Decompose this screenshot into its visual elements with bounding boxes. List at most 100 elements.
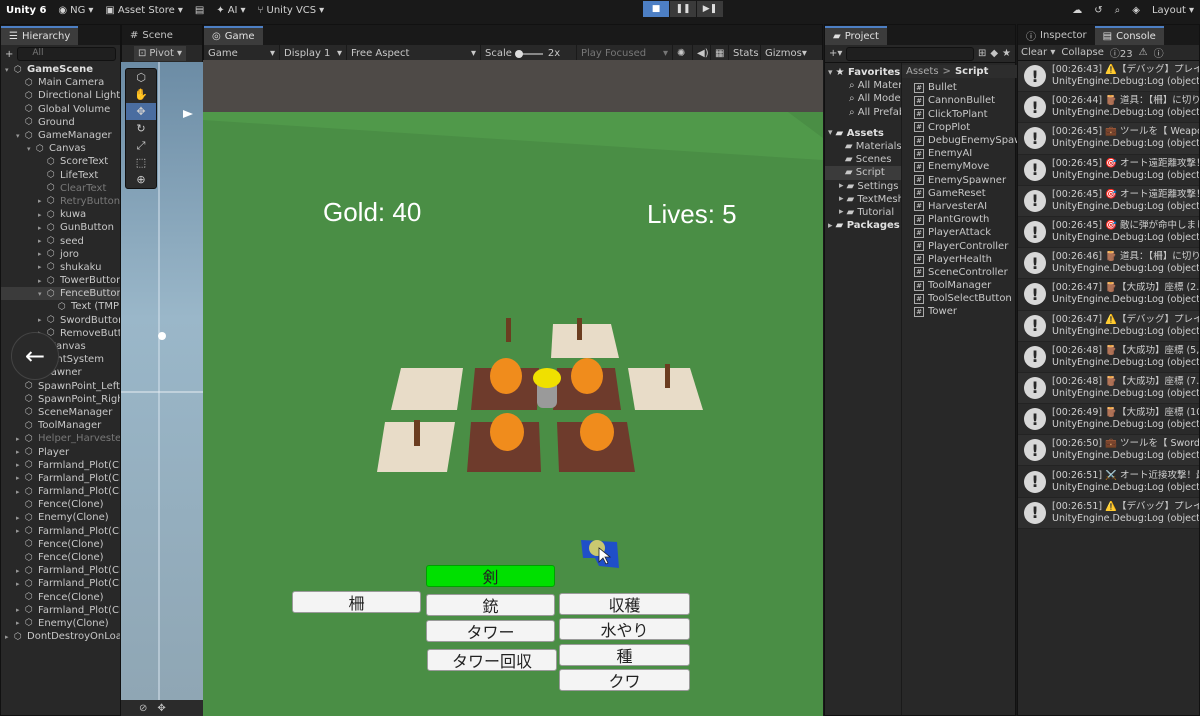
expand-arrow-icon[interactable]: ▸: [16, 488, 25, 496]
layout-dropdown[interactable]: Layout ▾: [1146, 0, 1200, 20]
hierarchy-item[interactable]: ⬡ Main Camera: [1, 76, 120, 89]
pause-button[interactable]: ❚❚: [670, 1, 696, 17]
hierarchy-item[interactable]: ⬡ Fence(Clone): [1, 498, 120, 511]
expand-arrow-icon[interactable]: ▸: [16, 474, 25, 482]
console-log-entry[interactable]: ! [00:26:43] ⚠️【デバッグ】プレイヤーをUnityEngine.De…: [1018, 61, 1199, 93]
hierarchy-item[interactable]: ⬡ Fence(Clone): [1, 591, 120, 604]
tab-scene[interactable]: # Scene: [122, 26, 181, 45]
hierarchy-item[interactable]: ▸ ⬡ Enemy(Clone): [1, 617, 120, 630]
gun-button[interactable]: 銃: [426, 594, 555, 616]
expand-arrow-icon[interactable]: ▸: [16, 580, 25, 588]
hierarchy-item[interactable]: ▸⬡ Farmland_Plot(Clone): [1, 485, 120, 498]
hierarchy-item[interactable]: ▸ ⬡ shukaku: [1, 261, 120, 274]
expand-arrow-icon[interactable]: ▸: [16, 435, 25, 443]
sword-button[interactable]: 剣: [426, 565, 555, 587]
expand-arrow-icon[interactable]: [839, 155, 842, 165]
layers-button[interactable]: ◈: [1126, 0, 1146, 20]
hierarchy-item[interactable]: ▸ ⬡ RetryButton: [1, 195, 120, 208]
hierarchy-item[interactable]: ⬡ LifeText: [1, 169, 120, 182]
hierarchy-search-input[interactable]: All: [17, 47, 116, 61]
console-log-entry[interactable]: ! [00:26:45] 🎯 オート遠距離攻撃！ UnityEngine.Debug…: [1018, 185, 1199, 217]
expand-arrow-icon[interactable]: ▸: [38, 237, 47, 245]
expand-arrow-icon[interactable]: ▸: [38, 316, 47, 324]
expand-arrow-icon[interactable]: ▸: [16, 606, 25, 614]
console-log-entry[interactable]: ! [00:26:48] 🪵【大成功】座標 (7.5 UnityEngine.Deb…: [1018, 372, 1199, 405]
hierarchy-item[interactable]: ▸ ⬡ GunButton: [1, 221, 120, 234]
hierarchy-item[interactable]: ▸ ⬡ Helper_Harvester: [1, 432, 120, 445]
expand-arrow-icon[interactable]: ▸: [16, 527, 25, 535]
console-log-entry[interactable]: ! [00:26:49] 🪵【大成功】座標 (10 UnityEngine.Debu…: [1018, 404, 1199, 436]
add-icon[interactable]: +▾: [829, 48, 842, 59]
tower-remove-button[interactable]: タワー回収: [427, 649, 557, 671]
hierarchy-item[interactable]: ⬡ SceneManager: [1, 406, 120, 419]
step-button[interactable]: ▶❚: [697, 1, 723, 17]
console-log-entry[interactable]: ! [00:26:46] 🪵 道具：【柵】に切り替UnityEngine.Debu…: [1018, 248, 1199, 280]
expand-arrow-icon[interactable]: ▸: [839, 207, 844, 217]
hierarchy-item[interactable]: ⬡ SpawnPoint_Right: [1, 393, 120, 406]
hierarchy-item[interactable]: ⬡ ToolManager: [1, 419, 120, 432]
hierarchy-item[interactable]: ▸⬡ Farmland_Plot(Clone): [1, 577, 120, 590]
hierarchy-item[interactable]: ▸ ⬡ Player: [1, 445, 120, 458]
expand-arrow-icon[interactable]: ▾: [828, 128, 833, 138]
hierarchy-item[interactable]: ▸ ⬡ SwordButton: [1, 314, 120, 327]
star-icon[interactable]: ★: [1002, 48, 1011, 59]
breadcrumb-root[interactable]: Assets: [906, 66, 939, 77]
hierarchy-item[interactable]: ⬡ Text (TMP): [1, 300, 120, 313]
expand-arrow-icon[interactable]: [839, 168, 842, 178]
tab-console[interactable]: ▤ Console: [1094, 26, 1164, 45]
expand-arrow-icon[interactable]: ▸: [38, 263, 47, 271]
fence-button[interactable]: 柵: [292, 591, 421, 613]
play-button[interactable]: ■: [643, 1, 669, 17]
console-log-entry[interactable]: ! [00:26:50] 💼 ツールを【 Sword 】にUnityEngine.…: [1018, 435, 1199, 467]
view-tool[interactable]: ⬡: [126, 69, 156, 86]
hierarchy-item[interactable]: ▸⬡ Farmland_Plot(Clone): [1, 604, 120, 617]
console-log-entry[interactable]: ! [00:26:45] 🎯 敵に弾が命中しましたUnityEngine.Debu…: [1018, 216, 1199, 249]
favorite-item[interactable]: ⌕ All Materials: [825, 79, 901, 92]
back-button[interactable]: ←: [11, 332, 59, 380]
seed-button[interactable]: 種: [559, 644, 690, 666]
expand-arrow-icon[interactable]: ▸: [38, 224, 47, 232]
cloud-button[interactable]: ☁: [1066, 0, 1088, 20]
favorites-header[interactable]: ▾ ★ Favorites: [825, 66, 901, 79]
console-log-entry[interactable]: ! [00:26:47] ⚠️【デバッグ】プレイヤーをUnityEngine.De…: [1018, 310, 1199, 342]
expand-arrow-icon[interactable]: ▾: [16, 132, 25, 140]
hierarchy-item[interactable]: ▾ ⬡ Canvas: [1, 142, 120, 155]
error-icon[interactable]: ⓘ: [1154, 45, 1164, 60]
console-log-entry[interactable]: ! [00:26:51] ⚔️ オート近接攻撃！最 UnityEngine.Debu…: [1018, 466, 1199, 498]
hierarchy-item[interactable]: ▸ ⬡ TowerButton: [1, 274, 120, 287]
hierarchy-item[interactable]: ▸ ⬡ seed: [1, 234, 120, 247]
asset-folder[interactable]: ▰ Script: [825, 166, 901, 180]
warning-icon[interactable]: ⚠: [1139, 47, 1148, 58]
water-button[interactable]: 水やり: [559, 618, 690, 640]
expand-arrow-icon[interactable]: ▸: [5, 633, 14, 641]
expand-arrow-icon[interactable]: ▸: [839, 181, 844, 191]
hierarchy-item[interactable]: ▸⬡ Farmland_Plot(Clone): [1, 472, 120, 485]
favorite-item[interactable]: ⌕ All Prefabs: [825, 106, 901, 119]
expand-arrow-icon[interactable]: ▾: [27, 145, 36, 153]
hierarchy-item[interactable]: ⬡ Directional Light: [1, 89, 120, 102]
game-viewport[interactable]: Gold: 40 Lives: 5 剣 柵 銃 タワー タワー回収 収穫 水やり…: [203, 60, 823, 716]
vcs-dropdown[interactable]: ⑂ Unity VCS ▾: [252, 0, 331, 20]
asset-folder[interactable]: ▸▰ TextMesh Pro: [825, 193, 901, 206]
assets-header[interactable]: ▾ ▰ Assets: [825, 127, 901, 140]
account-dropdown[interactable]: ◉ NG ▾: [52, 0, 99, 20]
harvest-button[interactable]: 収穫: [559, 593, 690, 615]
hierarchy-item[interactable]: ⬡ ScoreText: [1, 155, 120, 168]
hierarchy-item[interactable]: ▾ ⬡ FenceButton: [1, 287, 120, 301]
search-button[interactable]: ⌕: [1109, 0, 1127, 20]
packages-header[interactable]: ▸ ▰ Packages: [825, 219, 901, 232]
tab-inspector[interactable]: ⓘ Inspector: [1018, 26, 1095, 45]
hand-tool[interactable]: ✋: [126, 86, 156, 103]
expand-arrow-icon[interactable]: ▸: [16, 514, 25, 522]
expand-arrow-icon[interactable]: ▾: [5, 66, 14, 74]
hierarchy-item[interactable]: ⬡ Ground: [1, 116, 120, 129]
info-count[interactable]: ⓘ23: [1110, 45, 1133, 60]
tab-hierarchy[interactable]: ☰ Hierarchy: [1, 26, 79, 45]
expand-arrow-icon[interactable]: ▸: [38, 277, 47, 285]
asset-folder[interactable]: ▰ Materials: [825, 140, 901, 153]
add-icon[interactable]: +: [5, 49, 13, 60]
scale-track[interactable]: [514, 49, 543, 58]
hierarchy-item[interactable]: ⬡ SpawnPoint_Left: [1, 380, 120, 393]
hierarchy-item[interactable]: ▾ ⬡ GameScene: [1, 63, 120, 76]
hierarchy-item[interactable]: ▸ ⬡ kuwa: [1, 208, 120, 221]
